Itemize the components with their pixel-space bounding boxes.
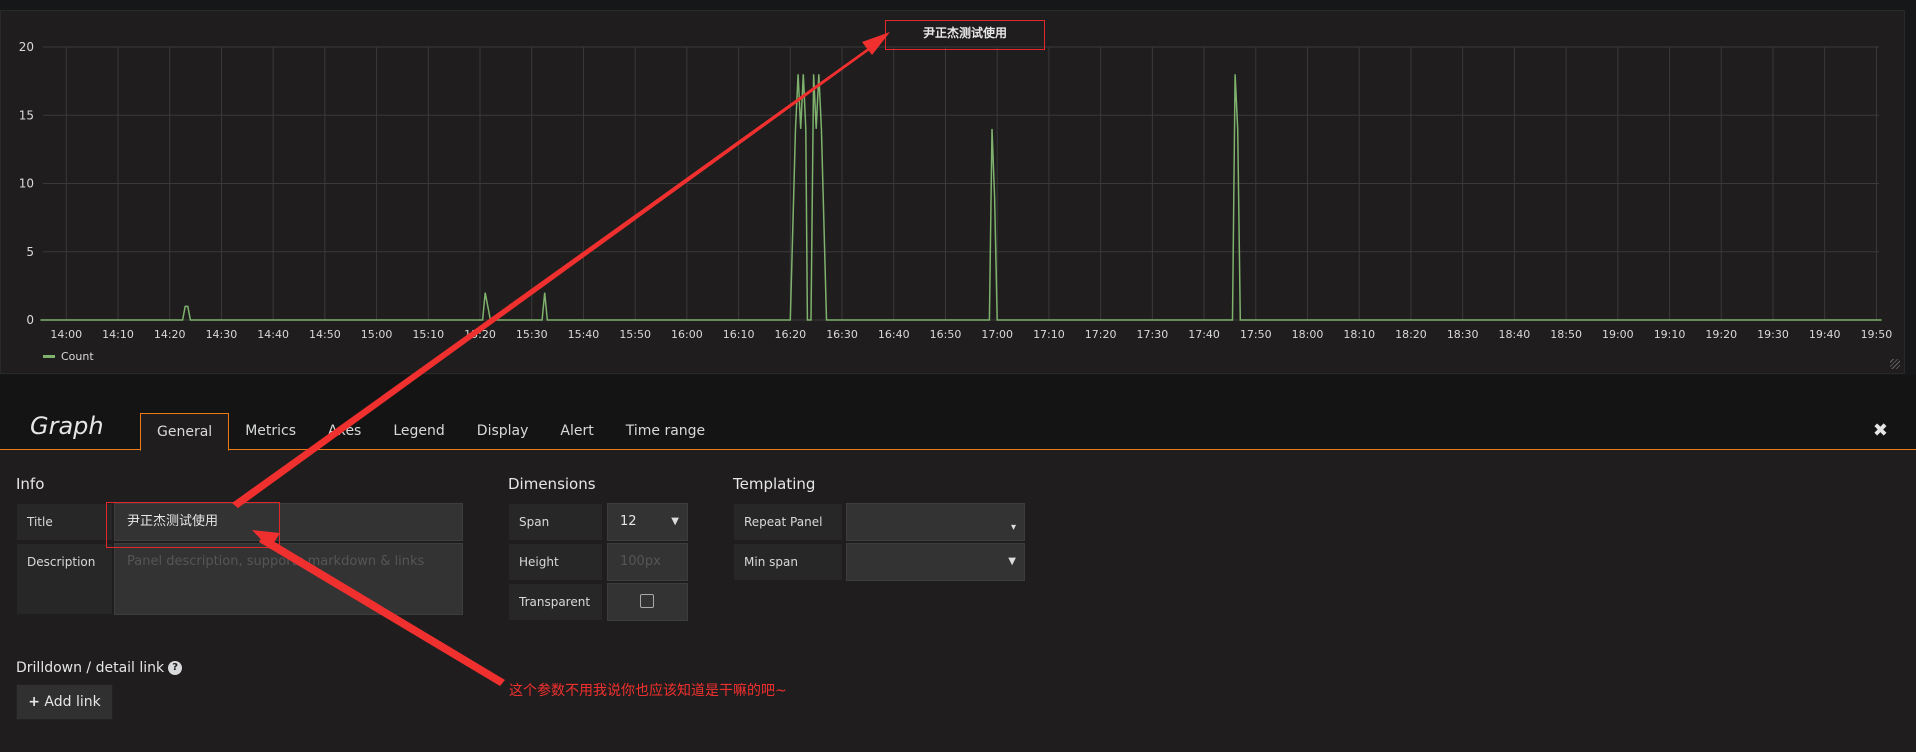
x-tick-label: 18:30: [1447, 328, 1479, 341]
series-line-count: [40, 74, 1882, 321]
drilldown-heading-text: Drilldown / detail link: [16, 660, 165, 676]
tab-display[interactable]: Display: [461, 413, 545, 449]
tab-metrics[interactable]: Metrics: [229, 413, 312, 449]
info-heading: Info: [16, 475, 45, 493]
x-tick-label: 19:40: [1809, 328, 1841, 341]
x-tick-label: 15:40: [568, 328, 600, 341]
x-tick-label: 15:30: [516, 328, 548, 341]
x-tick-label: 18:10: [1343, 328, 1375, 341]
x-tick-label: 15:20: [464, 328, 496, 341]
transparent-label: Transparent: [508, 583, 603, 621]
y-tick-label: 0: [26, 313, 34, 327]
x-tick-label: 14:30: [206, 328, 238, 341]
x-tick-label: 17:00: [981, 328, 1013, 341]
tab-axes[interactable]: Axes: [312, 413, 377, 449]
plus-icon: +: [28, 694, 40, 710]
x-tick-label: 17:10: [1033, 328, 1065, 341]
x-tick-label: 17:50: [1240, 328, 1272, 341]
x-tick-label: 17:40: [1188, 328, 1220, 341]
x-tick-label: 16:10: [723, 328, 755, 341]
editor-panel-type: Graph: [30, 412, 104, 440]
chart-svg: 0 5 10 15 20 14:00 14:10 14:20 14:30 14:40 14:50 15…: [19, 40, 1893, 341]
repeat-panel-label: Repeat Panel: [733, 503, 843, 541]
x-tick-label: 15:10: [412, 328, 444, 341]
tab-time-range[interactable]: Time range: [610, 413, 721, 449]
x-tick-label: 14:00: [50, 328, 82, 341]
tab-legend[interactable]: Legend: [377, 413, 460, 449]
x-tick-label: 15:50: [619, 328, 651, 341]
editor-header: Graph General Metrics Axes Legend Displa…: [0, 375, 1916, 451]
description-label: Description: [16, 543, 113, 615]
x-tick-label: 14:10: [102, 328, 134, 341]
templating-heading: Templating: [733, 475, 816, 493]
x-tick-label: 18:00: [1292, 328, 1324, 341]
description-textarea[interactable]: Panel description, supports markdown & l…: [114, 543, 463, 615]
span-value: 12: [620, 514, 637, 529]
x-tick-label: 16:30: [826, 328, 858, 341]
transparent-field: [607, 583, 688, 621]
x-tick-label: 17:30: [1137, 328, 1169, 341]
transparent-checkbox[interactable]: [640, 594, 654, 608]
height-input[interactable]: 100px: [607, 543, 688, 581]
x-tick-label: 16:40: [878, 328, 910, 341]
chevron-down-icon: ▼: [671, 516, 679, 527]
y-tick-label: 20: [19, 40, 34, 54]
x-tick-label: 18:20: [1395, 328, 1427, 341]
graph-panel: 0 5 10 15 20 14:00 14:10 14:20 14:30 14:40 14:50 15…: [0, 10, 1905, 374]
dimensions-heading: Dimensions: [508, 475, 596, 493]
drilldown-heading: Drilldown / detail link?: [16, 660, 183, 676]
chevron-down-icon: ▼: [1008, 556, 1016, 567]
x-tick-label: 16:50: [930, 328, 962, 341]
x-tick-label: 19:30: [1757, 328, 1789, 341]
x-tick-label: 14:40: [257, 328, 289, 341]
min-span-label: Min span: [733, 543, 843, 581]
x-tick-label: 16:00: [671, 328, 703, 341]
x-tick-label: 18:50: [1550, 328, 1582, 341]
x-tick-label: 19:20: [1705, 328, 1737, 341]
chart-legend[interactable]: Count: [43, 350, 94, 363]
min-span-select[interactable]: ▼: [846, 543, 1025, 581]
y-tick-label: 10: [19, 177, 34, 191]
close-icon[interactable]: ✖: [1873, 420, 1888, 441]
y-tick-label: 5: [26, 245, 34, 259]
tab-alert[interactable]: Alert: [544, 413, 609, 449]
y-tick-label: 15: [19, 108, 34, 122]
span-select[interactable]: 12 ▼: [607, 503, 688, 541]
span-label: Span: [508, 503, 603, 541]
question-circle-icon[interactable]: ?: [168, 661, 183, 675]
legend-label[interactable]: Count: [61, 350, 94, 363]
x-tick-label: 16:20: [774, 328, 806, 341]
x-tick-label: 19:10: [1654, 328, 1686, 341]
x-tick-label: 14:50: [309, 328, 341, 341]
tab-general[interactable]: General: [140, 413, 230, 451]
editor-tabs: General Metrics Axes Legend Display Aler…: [140, 413, 721, 451]
title-label: Title: [16, 503, 113, 541]
x-tick-label: 19:50: [1861, 328, 1893, 341]
x-tick-label: 15:00: [361, 328, 393, 341]
panel-editor: Graph General Metrics Axes Legend Displa…: [0, 375, 1916, 752]
x-tick-label: 19:00: [1602, 328, 1634, 341]
caret-down-icon: ▾: [1010, 522, 1016, 533]
annotation-title-box: [106, 502, 280, 548]
add-link-button[interactable]: + Add link: [16, 684, 113, 720]
x-tick-label: 17:20: [1085, 328, 1117, 341]
annotation-note: 这个参数不用我说你也应该知道是干嘛的吧~: [509, 683, 787, 699]
x-tick-label: 14:20: [154, 328, 186, 341]
height-label: Height: [508, 543, 603, 581]
x-tick-label: 18:40: [1499, 328, 1531, 341]
chart-title[interactable]: 尹正杰测试使用: [885, 20, 1045, 50]
panel-resize-handle[interactable]: [1890, 359, 1900, 369]
legend-swatch: [43, 355, 55, 358]
add-link-label: Add link: [44, 694, 101, 710]
repeat-panel-select[interactable]: ▾: [846, 503, 1025, 541]
